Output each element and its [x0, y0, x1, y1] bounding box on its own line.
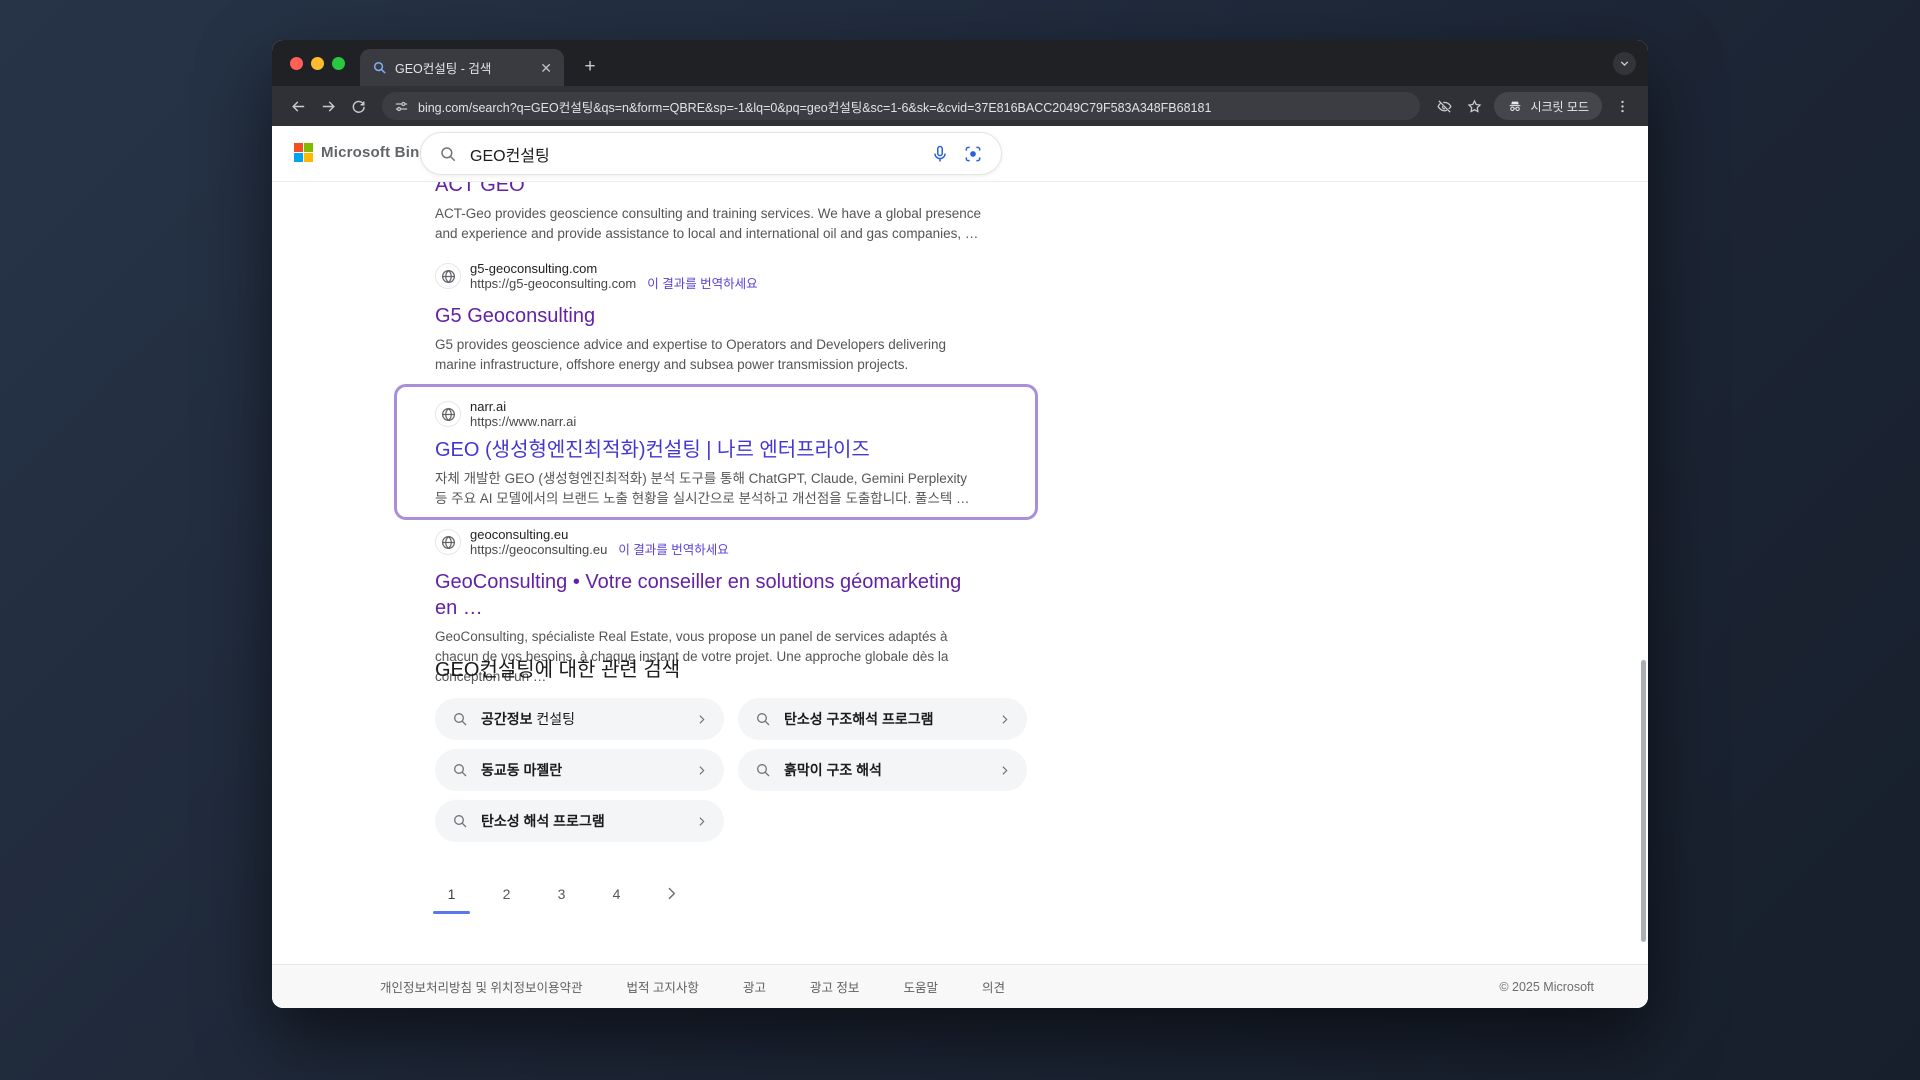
result-url: https://www.narr.ai	[470, 414, 576, 429]
result-source: narr.ai https://www.narr.ai	[435, 399, 1015, 429]
forward-button[interactable]	[314, 92, 342, 120]
incognito-glasses-icon	[1507, 98, 1523, 114]
footer-link-legal[interactable]: 법적 고지사항	[626, 977, 698, 996]
search-icon	[452, 762, 468, 778]
tab-strip: GEO컨설팅 - 검색 ✕ +	[272, 40, 1648, 86]
close-window-button[interactable]	[290, 57, 303, 70]
incognito-label: 시크릿 모드	[1530, 98, 1589, 115]
visual-search-lens-icon[interactable]	[963, 144, 983, 164]
highlighted-search-result: narr.ai https://www.narr.ai GEO (생성형엔진최적…	[394, 384, 1038, 520]
footer-link-help[interactable]: 도움말	[903, 977, 938, 996]
address-bar[interactable]: bing.com/search?q=GEO컨설팅&qs=n&form=QBRE&…	[382, 92, 1420, 120]
chevron-right-icon	[998, 713, 1011, 726]
browser-tab[interactable]: GEO컨설팅 - 검색 ✕	[360, 49, 564, 86]
search-icon	[755, 711, 771, 727]
search-query-text[interactable]: GEO컨설팅	[470, 142, 917, 166]
back-button[interactable]	[284, 92, 312, 120]
related-search-pill[interactable]: 탄소성 해석 프로그램	[435, 800, 724, 842]
browser-window: GEO컨설팅 - 검색 ✕ + bing.com/search?q=GEO컨설팅…	[272, 40, 1648, 1008]
new-tab-button[interactable]: +	[578, 55, 602, 79]
footer-link-ad-info[interactable]: 광고 정보	[810, 977, 859, 996]
window-controls	[290, 57, 345, 70]
page-1-button[interactable]: 1	[424, 880, 479, 914]
globe-favicon-icon	[435, 529, 461, 555]
incognito-badge[interactable]: 시크릿 모드	[1494, 92, 1602, 120]
pagination: 1 2 3 4	[424, 880, 699, 914]
footer-link-privacy[interactable]: 개인정보처리방침 및 위치정보이용약관	[380, 977, 582, 996]
footer-link-feedback[interactable]: 의견	[982, 977, 1005, 996]
page-4-button[interactable]: 4	[589, 880, 644, 914]
bing-search-results-page: Microsoft Bing GEO컨설팅 ACT GEO ACT-Geo pr…	[272, 126, 1648, 1008]
browser-menu-icon[interactable]	[1608, 92, 1636, 120]
search-result: g5-geoconsulting.com https://g5-geoconsu…	[435, 261, 983, 375]
related-search-pill[interactable]: 탄소성 구조해석 프로그램	[738, 698, 1027, 740]
chevron-right-icon	[998, 764, 1011, 777]
result-domain: geoconsulting.eu	[470, 527, 729, 542]
brand-text: Microsoft Bing	[321, 144, 429, 161]
chevron-right-icon	[695, 713, 708, 726]
result-description: G5 provides geoscience advice and expert…	[435, 335, 983, 375]
voice-search-mic-icon[interactable]	[930, 144, 950, 164]
related-searches: 공간정보 컨설팅 탄소성 구조해석 프로그램 동교동 마젤란 흙막이 구조 해석	[435, 698, 1027, 842]
search-icon	[452, 813, 468, 829]
chevron-right-icon	[695, 815, 708, 828]
chevron-right-icon	[695, 764, 708, 777]
bookmark-star-icon[interactable]	[1460, 92, 1488, 120]
globe-favicon-icon	[435, 401, 461, 427]
tab-search-chevron-icon[interactable]	[1613, 52, 1636, 75]
result-source: g5-geoconsulting.com https://g5-geoconsu…	[435, 261, 983, 291]
tab-close-icon[interactable]: ✕	[538, 59, 554, 77]
next-page-chevron-icon[interactable]	[644, 885, 699, 910]
page-scrollbar[interactable]	[1641, 660, 1646, 942]
translate-result-link[interactable]: 이 결과를 번역하세요	[618, 543, 728, 558]
tab-title: GEO컨설팅 - 검색	[395, 58, 530, 77]
related-search-pill[interactable]: 공간정보 컨설팅	[435, 698, 724, 740]
footer-link-advertise[interactable]: 광고	[743, 977, 766, 996]
reload-button[interactable]	[344, 92, 372, 120]
bing-favicon-search-icon	[372, 60, 387, 75]
bing-header: Microsoft Bing GEO컨설팅	[272, 126, 1648, 182]
globe-favicon-icon	[435, 263, 461, 289]
search-result: ACT GEO ACT-Geo provides geoscience cons…	[435, 172, 983, 244]
minimize-window-button[interactable]	[311, 57, 324, 70]
translate-result-link[interactable]: 이 결과를 번역하세요	[647, 277, 757, 292]
result-url: https://g5-geoconsulting.com	[470, 276, 636, 291]
result-title-link[interactable]: GeoConsulting • Votre conseiller en solu…	[435, 569, 983, 621]
url-text: bing.com/search?q=GEO컨설팅&qs=n&form=QBRE&…	[418, 97, 1211, 116]
page-3-button[interactable]: 3	[534, 880, 589, 914]
search-icon	[452, 711, 468, 727]
site-settings-icon[interactable]	[394, 99, 409, 114]
result-domain: g5-geoconsulting.com	[470, 261, 758, 276]
search-box[interactable]: GEO컨설팅	[420, 132, 1002, 175]
result-domain: narr.ai	[470, 399, 576, 414]
microsoft-logo-icon	[294, 143, 313, 162]
related-searches-heading: GEO컨설팅에 대한 관련 검색	[435, 653, 680, 682]
browser-toolbar: bing.com/search?q=GEO컨설팅&qs=n&form=QBRE&…	[272, 86, 1648, 126]
related-search-pill[interactable]: 흙막이 구조 해석	[738, 749, 1027, 791]
search-icon	[439, 145, 457, 163]
copyright-text: © 2025 Microsoft	[1499, 980, 1594, 994]
tracking-protection-eye-icon[interactable]	[1430, 92, 1458, 120]
result-description: ACT-Geo provides geoscience consulting a…	[435, 204, 983, 244]
result-source: geoconsulting.eu https://geoconsulting.e…	[435, 527, 983, 557]
search-icon	[755, 762, 771, 778]
microsoft-bing-logo[interactable]: Microsoft Bing	[294, 143, 429, 162]
page-footer: 개인정보처리방침 및 위치정보이용약관 법적 고지사항 광고 광고 정보 도움말…	[272, 964, 1648, 1008]
result-title-link[interactable]: G5 Geoconsulting	[435, 303, 595, 329]
result-title-link[interactable]: GEO (생성형엔진최적화)컨설팅 | 나르 엔터프라이즈	[435, 437, 870, 463]
related-search-pill[interactable]: 동교동 마젤란	[435, 749, 724, 791]
result-url: https://geoconsulting.eu	[470, 542, 607, 557]
zoom-window-button[interactable]	[332, 57, 345, 70]
result-description: 자체 개발한 GEO (생성형엔진최적화) 분석 도구를 통해 ChatGPT,…	[435, 469, 983, 509]
page-2-button[interactable]: 2	[479, 880, 534, 914]
